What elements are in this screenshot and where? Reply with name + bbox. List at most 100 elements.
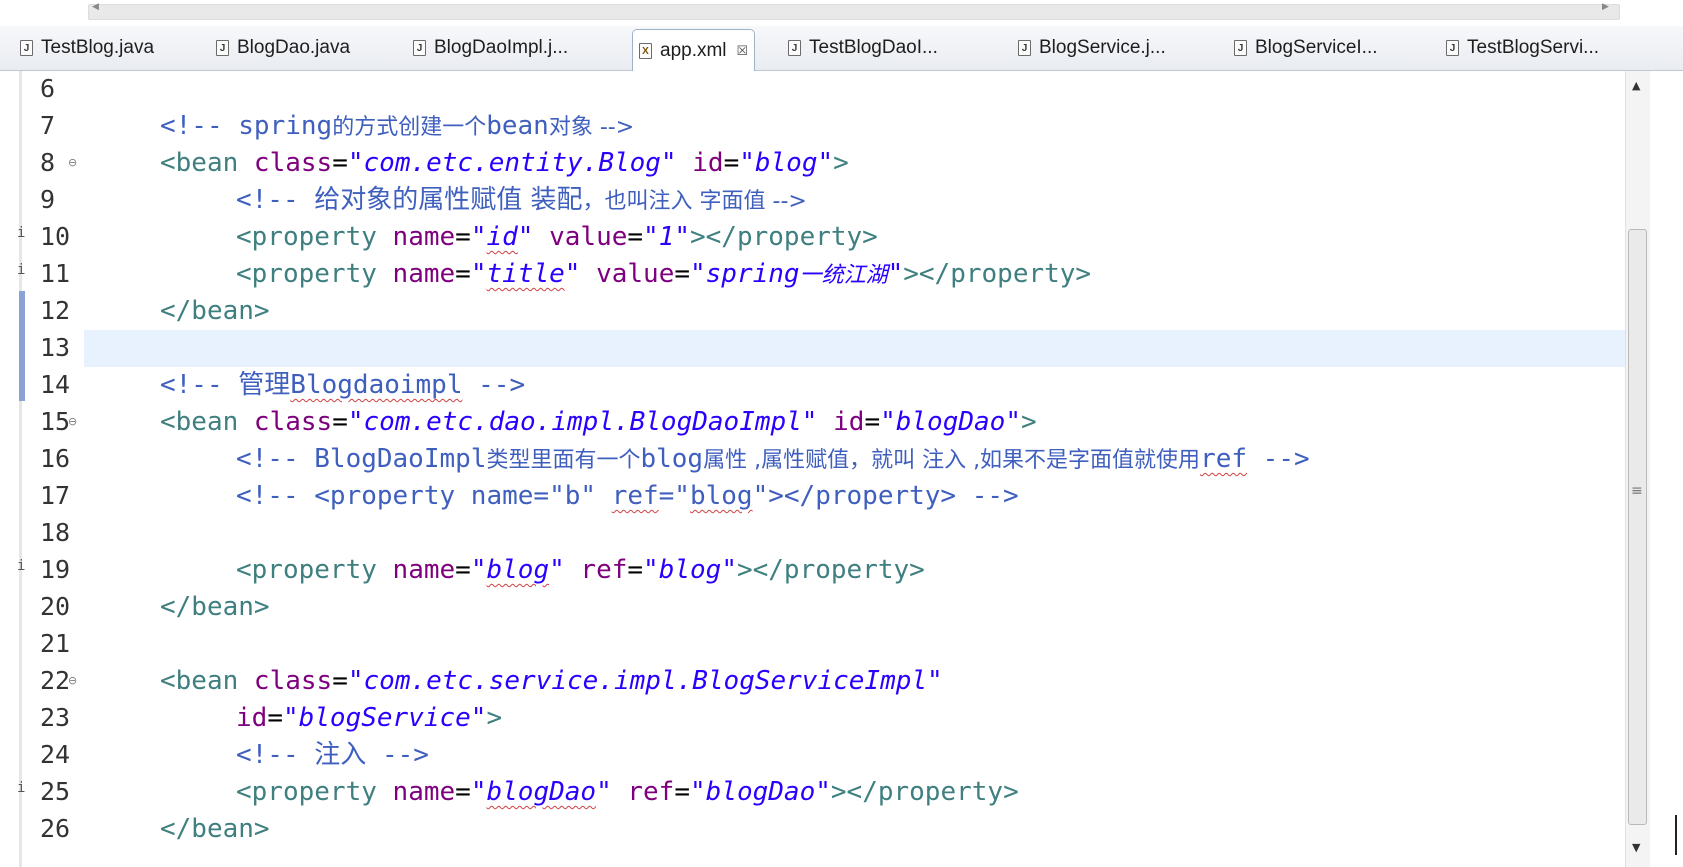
xml-comment: <!-- <property name="b" ref="blog"></pro… <box>236 481 1019 511</box>
scroll-right-icon[interactable]: ▶ <box>1602 2 1609 12</box>
line-number: 24 <box>40 740 71 769</box>
scroll-thumb[interactable] <box>1628 229 1647 825</box>
line-number: 23 <box>40 703 71 732</box>
bean-id-attribute: id="blogService"> <box>236 703 503 733</box>
info-marker-icon: i <box>17 262 26 278</box>
line-number: 14 <box>40 370 71 399</box>
code-line[interactable]: 22 ⊖ <bean class="com.etc.service.impl.B… <box>0 663 1625 700</box>
code-line[interactable]: 26 </bean> <box>0 811 1625 848</box>
line-number: 15 <box>40 407 71 436</box>
scroll-up-icon[interactable]: ▲ <box>1632 79 1640 92</box>
bean-close-tag: </bean> <box>160 814 270 844</box>
property-element: <property name="title" value="spring一统江湖… <box>236 259 1092 289</box>
xml-comment: <!-- 注入 --> <box>236 740 429 770</box>
line-number: 13 <box>40 333 71 362</box>
scroll-down-icon[interactable]: ▼ <box>1632 841 1640 854</box>
current-line-highlight[interactable] <box>84 330 1625 367</box>
line-number: 12 <box>40 296 71 325</box>
code-line[interactable]: 9 <!-- 给对象的属性赋值 装配，也叫注入 字面值 --> <box>0 182 1625 219</box>
xml-comment: <!-- 管理Blogdaoimpl --> <box>160 370 526 400</box>
close-tab-icon[interactable]: ☒ <box>737 43 749 59</box>
line-number: 22 <box>40 666 71 695</box>
code-line[interactable]: 12 </bean> <box>0 293 1625 330</box>
line-number: 10 <box>40 222 71 251</box>
tab-label: BlogService.j... <box>1039 37 1166 58</box>
line-number: 25 <box>40 777 71 806</box>
xml-comment: <!-- BlogDaoImpl类型里面有一个blog属性 ,属性赋值，就叫 注… <box>236 444 1310 474</box>
line-number: 19 <box>40 555 71 584</box>
code-line[interactable]: 20 </bean> <box>0 589 1625 626</box>
fold-toggle-icon[interactable]: ⊖ <box>68 674 77 687</box>
code-line[interactable]: 21 <box>0 626 1625 663</box>
code-line[interactable]: i 10 <property name="id" value="1"></pro… <box>0 219 1625 256</box>
bean-element: <bean class="com.etc.service.impl.BlogSe… <box>160 666 943 696</box>
line-number: 20 <box>40 592 71 621</box>
code-line[interactable]: 23 id="blogService"> <box>0 700 1625 737</box>
bean-close-tag: </bean> <box>160 592 270 622</box>
line-number: 9 <box>40 185 56 214</box>
tab-blogserviceimpl[interactable]: J BlogServiceI... <box>1234 30 1378 66</box>
bean-element: <bean class="com.etc.dao.impl.BlogDaoImp… <box>160 407 1037 437</box>
info-marker-icon: i <box>17 780 26 796</box>
line-number: 11 <box>40 259 71 288</box>
line-number: 21 <box>40 629 71 658</box>
info-marker-icon: i <box>17 558 26 574</box>
text-cursor <box>1675 815 1677 855</box>
tab-label: BlogDao.java <box>237 37 351 58</box>
tab-testblogdaoimpl[interactable]: J TestBlogDaoI... <box>788 30 938 66</box>
code-line[interactable]: 24 <!-- 注入 --> <box>0 737 1625 774</box>
xml-comment: <!-- 给对象的属性赋值 装配，也叫注入 字面值 --> <box>236 185 807 215</box>
scroll-left-icon[interactable]: ◀ <box>92 2 99 12</box>
tab-label: TestBlogDaoI... <box>809 37 938 58</box>
code-line[interactable]: 16 <!-- BlogDaoImpl类型里面有一个blog属性 ,属性赋值，就… <box>0 441 1625 478</box>
code-line[interactable]: i 11 <property name="title" value="sprin… <box>0 256 1625 293</box>
info-marker-icon: i <box>17 225 26 241</box>
fold-toggle-icon[interactable]: ⊖ <box>68 415 77 428</box>
line-number: 17 <box>40 481 71 510</box>
java-file-icon: J <box>20 40 33 56</box>
tab-label: BlogDaoImpl.j... <box>434 37 569 58</box>
java-test-file-icon: J <box>1446 40 1459 56</box>
tab-app-xml[interactable]: X app.xml ☒ <box>632 29 756 71</box>
vertical-scrollbar[interactable]: ▲ ≡ ▼ <box>1625 71 1650 867</box>
code-line[interactable]: 13 <box>0 330 84 367</box>
java-file-icon: J <box>1234 40 1247 56</box>
property-element: <property name="id" value="1"></property… <box>236 222 878 252</box>
code-line[interactable]: i 19 <property name="blog" ref="blog"></… <box>0 552 1625 589</box>
java-file-icon: J <box>216 40 229 56</box>
code-line[interactable]: 8 ⊖ <bean class="com.etc.entity.Blog" id… <box>0 145 1625 182</box>
line-number: 8 <box>40 148 56 177</box>
tab-label: TestBlog.java <box>41 37 155 58</box>
property-element: <property name="blogDao" ref="blogDao"><… <box>236 777 1019 807</box>
code-line[interactable]: 18 <box>0 515 1625 552</box>
code-line[interactable]: 15 ⊖ <bean class="com.etc.dao.impl.BlogD… <box>0 404 1625 441</box>
line-number: 18 <box>40 518 71 547</box>
xml-comment: <!-- spring的方式创建一个bean对象 --> <box>160 111 635 141</box>
code-line[interactable]: 6 <box>0 71 1625 108</box>
bean-element: <bean class="com.etc.entity.Blog" id="bl… <box>160 148 849 178</box>
line-number: 16 <box>40 444 71 473</box>
tab-blogservice-java[interactable]: J BlogService.j... <box>1018 30 1166 66</box>
code-line[interactable]: 7 <!-- spring的方式创建一个bean对象 --> <box>0 108 1625 145</box>
tab-label: app.xml <box>660 39 727 61</box>
code-line[interactable]: 17 <!-- <property name="b" ref="blog"></… <box>0 478 1625 515</box>
bean-close-tag: </bean> <box>160 296 270 326</box>
code-line[interactable]: i 25 <property name="blogDao" ref="blogD… <box>0 774 1625 811</box>
horizontal-scrollbar[interactable]: ◀ ▶ <box>0 0 1683 24</box>
horizontal-scroll-track[interactable] <box>88 4 1620 20</box>
code-editor[interactable]: 6 7 <!-- spring的方式创建一个bean对象 --> 8 ⊖ <be… <box>0 71 1683 867</box>
fold-toggle-icon[interactable]: ⊖ <box>68 156 77 169</box>
java-test-file-icon: J <box>788 40 801 56</box>
tab-testblog-java[interactable]: J TestBlog.java <box>20 30 154 66</box>
tab-label: TestBlogServi... <box>1467 37 1599 58</box>
tab-testblogservice[interactable]: J TestBlogServi... <box>1446 30 1599 66</box>
line-number: 6 <box>40 74 56 103</box>
java-file-icon: J <box>413 40 426 56</box>
code-line[interactable]: 14 <!-- 管理Blogdaoimpl --> <box>0 367 1625 404</box>
xml-file-icon: X <box>639 42 652 59</box>
line-number: 7 <box>40 111 56 140</box>
tab-blogdao-java[interactable]: J BlogDao.java <box>216 30 350 66</box>
java-file-icon: J <box>1018 40 1031 56</box>
tab-blogdaoimpl-java[interactable]: J BlogDaoImpl.j... <box>413 30 568 66</box>
editor-tab-bar: J TestBlog.java J BlogDao.java J BlogDao… <box>0 26 1683 71</box>
